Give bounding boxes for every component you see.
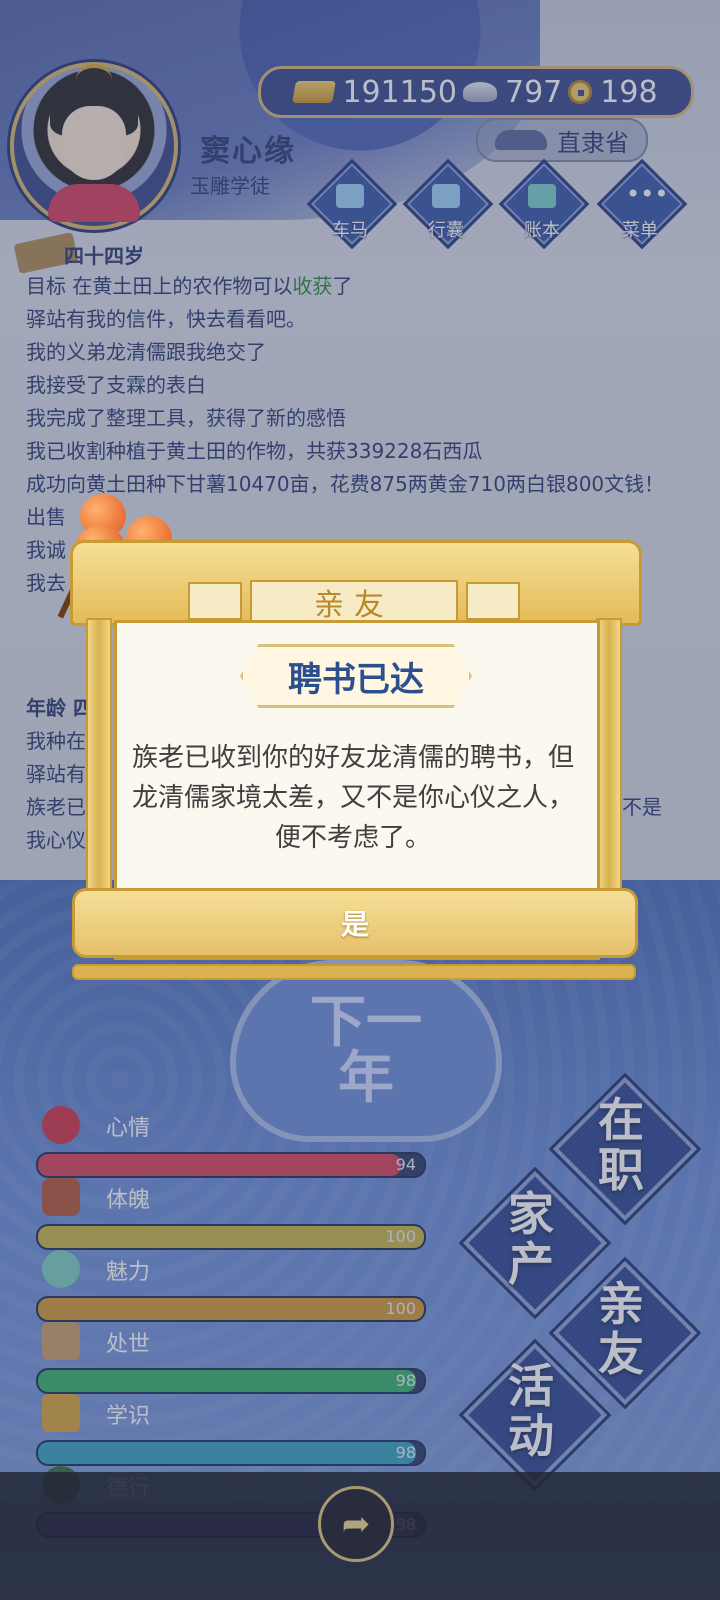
dialog-title: 聘书已达 — [240, 644, 472, 708]
confirm-button[interactable]: 是 — [72, 888, 638, 958]
dialog-roof-panel — [466, 582, 520, 620]
dialog-roof-panel — [188, 582, 242, 620]
dialog: 亲友 聘书已达 族老已收到你的好友龙清儒的聘书，但龙清儒家境太差，又不是你心仪之… — [60, 540, 644, 980]
dialog-header: 亲友 — [250, 580, 458, 624]
dialog-message: 族老已收到你的好友龙清儒的聘书，但龙清儒家境太差，又不是你心仪之人，便不考虑了。 — [131, 743, 574, 853]
dialog-base — [72, 964, 636, 980]
